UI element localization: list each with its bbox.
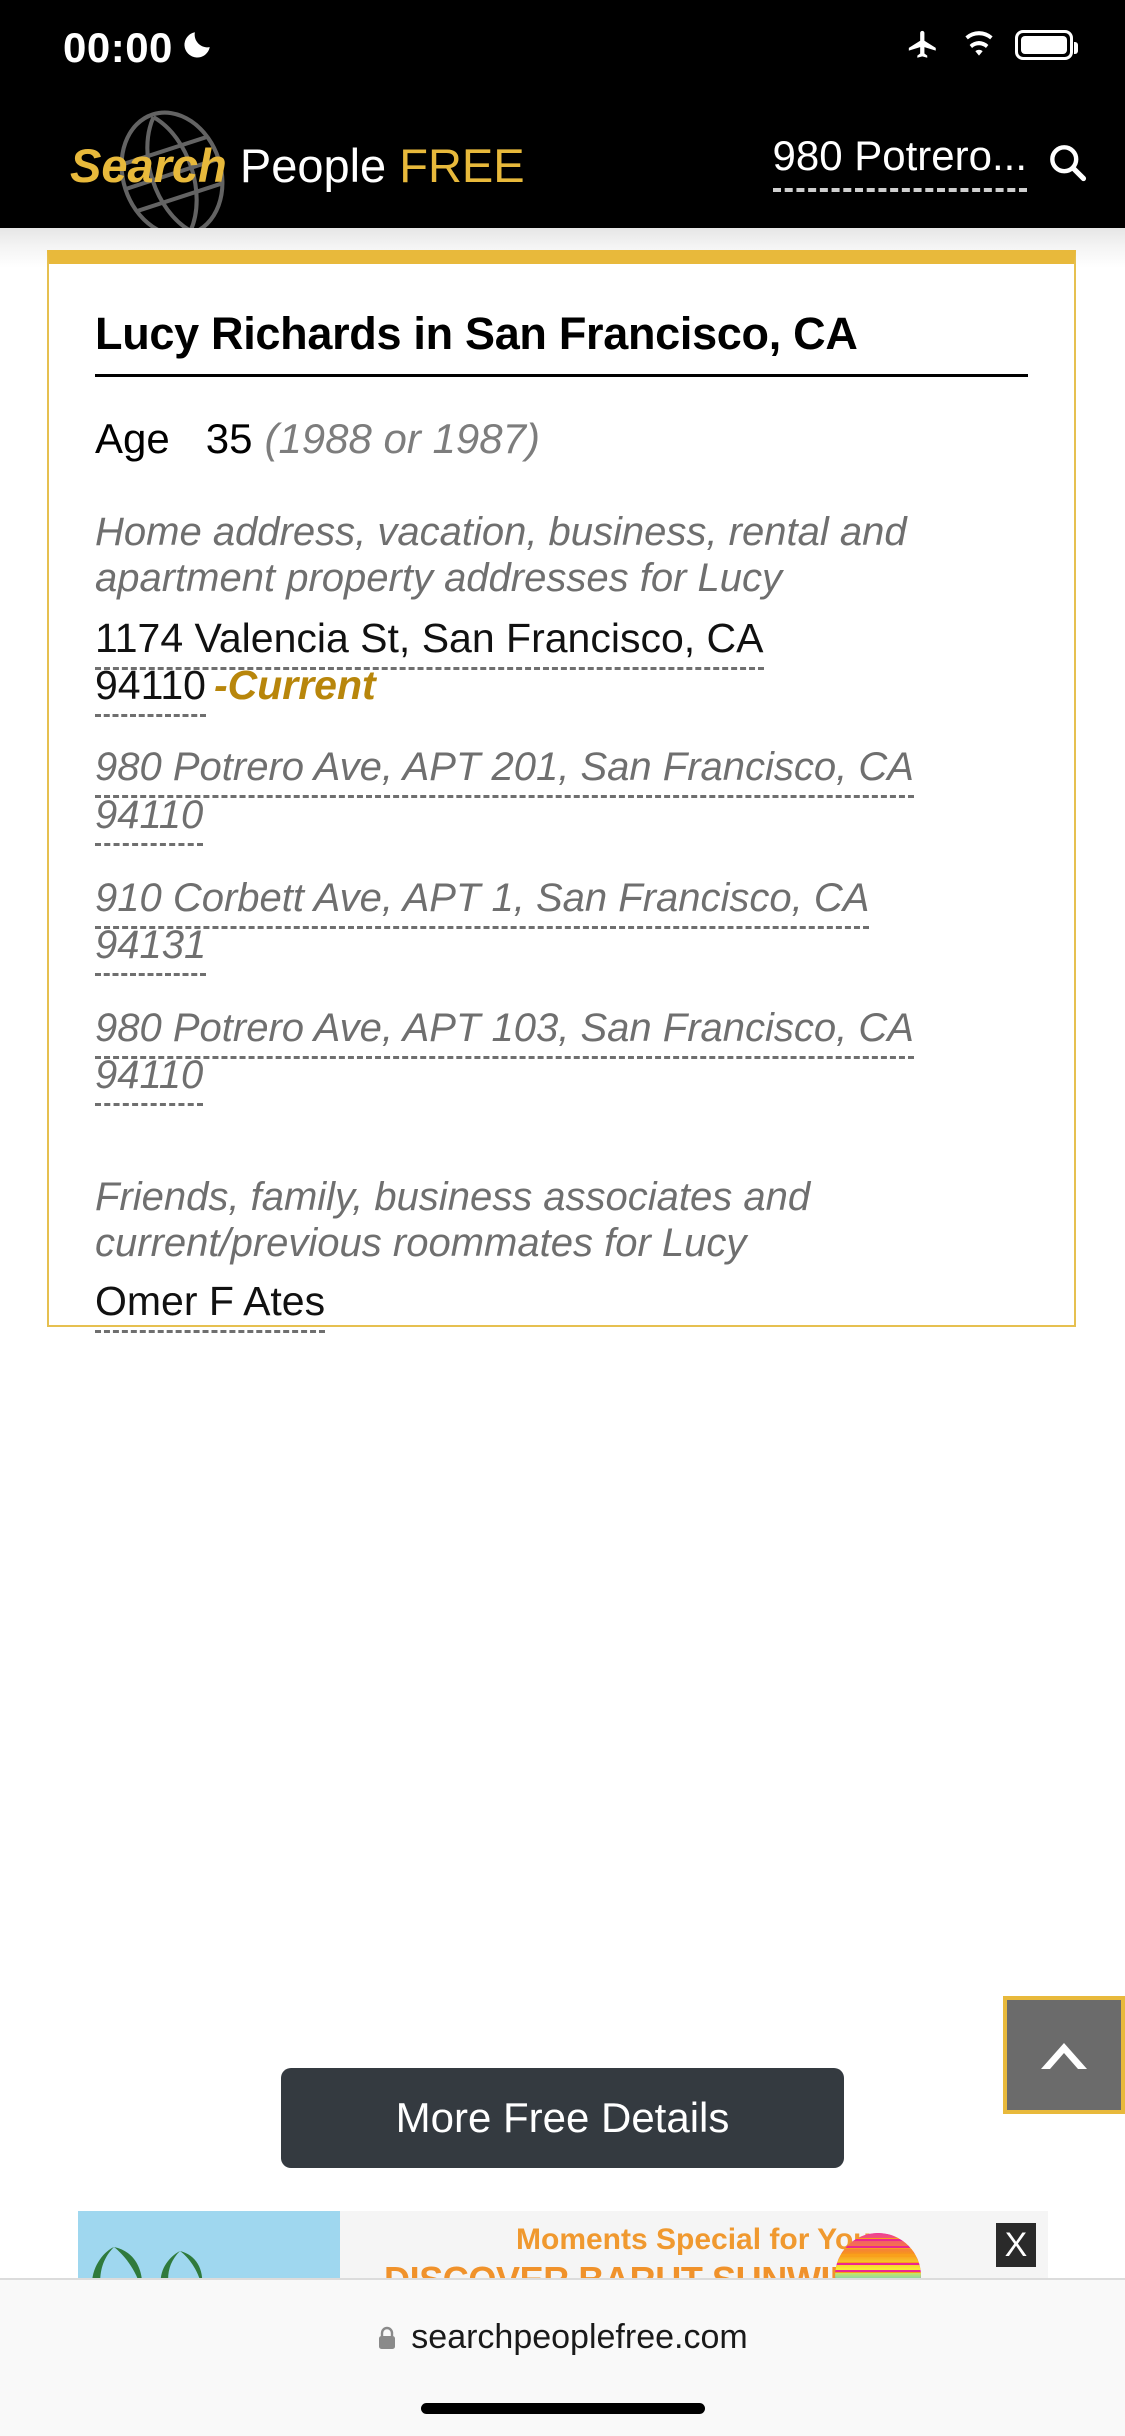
previous-address-item[interactable]: 980 Potrero Ave, APT 201, San Francisco,… [95, 744, 960, 846]
current-address-line2[interactable]: 94110 [95, 661, 206, 717]
associate-name[interactable]: Omer F Ates [95, 1277, 326, 1333]
current-address[interactable]: 1174 Valencia St, San Francisco, CA 9411… [95, 615, 925, 717]
home-indicator[interactable] [420, 2403, 705, 2414]
previous-address-text[interactable]: 980 Potrero Ave, APT 103, San Francisco,… [95, 1006, 914, 1107]
age-birth-years: (1988 or 1987) [264, 415, 540, 462]
age-label: Age [95, 415, 170, 462]
logo-word-search: Search [70, 139, 227, 192]
magnifier-icon[interactable] [1045, 140, 1089, 184]
more-free-details-button[interactable]: More Free Details [281, 2068, 844, 2168]
logo-word-people: People [239, 139, 387, 192]
battery-full-icon [1015, 30, 1078, 60]
airplane-mode-icon [908, 30, 936, 58]
previous-address-text[interactable]: 980 Potrero Ave, APT 201, San Francisco,… [95, 745, 914, 846]
status-bar-indicators [903, 28, 1078, 62]
previous-address-text[interactable]: 910 Corbett Ave, APT 1, San Francisco, C… [95, 875, 870, 977]
age-row: Age 35 (1988 or 1987) [95, 415, 1028, 463]
close-icon[interactable]: X [996, 2223, 1036, 2267]
phone-screen: 00:00 Search People FREE 980 Potrero... … [0, 0, 1125, 2436]
header-search[interactable]: 980 Potrero... [772, 132, 1089, 192]
page-body: Lucy Richards in San Francisco, CA Age 35… [0, 228, 1125, 2436]
url-bar[interactable]: searchpeoplefree.com [0, 2318, 1125, 2357]
current-tag: -Current [213, 661, 376, 708]
age-value: 35 [205, 415, 253, 462]
site-logo[interactable]: Search People FREE [36, 102, 596, 238]
address-section-description: Home address, vacation, business, rental… [95, 510, 907, 600]
scroll-to-top-button[interactable] [1003, 1996, 1125, 2114]
site-header: Search People FREE 980 Potrero... [0, 92, 1125, 238]
person-result-card: Lucy Richards in San Francisco, CA Age 35… [47, 250, 1076, 1333]
ios-status-bar: 00:00 [0, 0, 1125, 92]
logo-word-free: FREE [399, 139, 525, 192]
browser-bottom-bar: searchpeoplefree.com [0, 2278, 1125, 2436]
status-bar-time: 00:00 [63, 24, 173, 71]
previous-address-item[interactable]: 910 Corbett Ave, APT 1, San Francisco, C… [95, 875, 960, 977]
page-title: Lucy Richards in San Francisco, CA [95, 308, 1028, 377]
crescent-moon-icon [184, 32, 210, 58]
previous-address-item[interactable]: 980 Potrero Ave, APT 103, San Francisco,… [95, 1005, 960, 1107]
site-logo-text: Search People FREE [70, 138, 525, 193]
search-input[interactable]: 980 Potrero... [772, 132, 1027, 192]
wifi-icon [965, 31, 993, 56]
url-text[interactable]: searchpeoplefree.com [411, 2318, 747, 2357]
associate-item[interactable]: Omer F Ates [95, 1277, 1028, 1333]
lock-icon [379, 2326, 396, 2349]
associates-section-description: Friends, family, business associates and… [95, 1174, 811, 1265]
chevron-up-icon [1041, 2043, 1087, 2069]
